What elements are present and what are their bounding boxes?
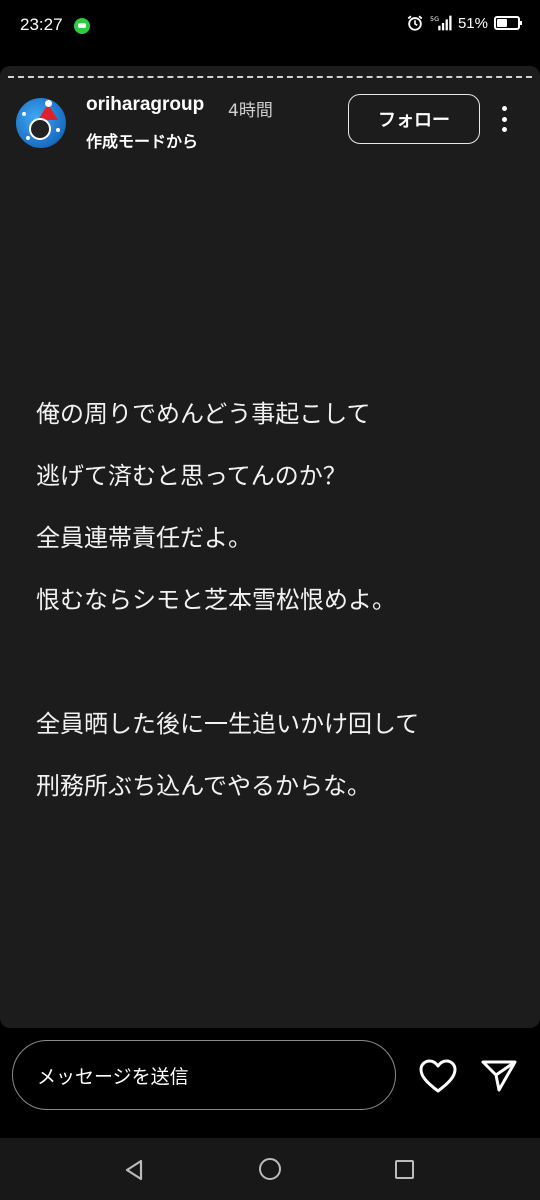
- avatar[interactable]: [16, 98, 66, 148]
- home-icon[interactable]: [259, 1158, 281, 1180]
- story-text-line: 全員連帯責任だよ。: [36, 524, 252, 552]
- battery-icon: [494, 16, 522, 30]
- send-icon[interactable]: [480, 1058, 518, 1094]
- hat-pompom: [45, 100, 52, 107]
- time-ago: 4時間: [228, 101, 273, 121]
- status-icons: 5G 51%: [406, 14, 522, 32]
- story-text-blank-line: [36, 647, 506, 678]
- avatar-face: [29, 118, 51, 140]
- story-text-line: 恨むならシモと芝本雪松恨めよ。: [36, 586, 396, 614]
- story-progress-bar: [8, 76, 532, 79]
- back-icon[interactable]: [122, 1158, 146, 1182]
- story-text-line: 全員晒した後に一生追いかけ回して: [36, 710, 420, 738]
- message-input[interactable]: メッセージを送信: [12, 1040, 396, 1110]
- follow-button[interactable]: フォロー: [348, 94, 480, 144]
- snowflake: [56, 128, 60, 132]
- story-text: 俺の周りでめんどう事起こして 逃げて済むと思ってんのか？ 全員連帯責任だよ。 恨…: [36, 368, 506, 833]
- snowflake: [26, 136, 30, 140]
- recent-apps-icon[interactable]: [395, 1160, 414, 1179]
- story-card[interactable]: oriharagroup 4時間 作成モードから フォロー 俺の周りでめんどう事…: [0, 66, 540, 1028]
- signal-icon: 5G: [430, 15, 452, 31]
- status-time: 23:27: [20, 15, 63, 34]
- line-app-icon: [74, 18, 90, 34]
- more-vertical-icon[interactable]: [492, 104, 516, 134]
- battery-fill: [497, 19, 507, 27]
- heart-icon[interactable]: [418, 1058, 458, 1094]
- story-subtitle: 作成モードから: [86, 132, 199, 151]
- reply-bar: メッセージを送信: [0, 1028, 540, 1138]
- story-text-line: 俺の周りでめんどう事起こして: [36, 400, 371, 428]
- story-header: oriharagroup 4時間 作成モードから フォロー: [16, 94, 524, 154]
- alarm-icon: [407, 15, 423, 31]
- snowflake: [22, 112, 26, 116]
- battery-percent: 51%: [457, 14, 488, 32]
- story-text-line: 逃げて済むと思ってんのか？: [36, 462, 347, 490]
- story-text-line: 刑務所ぶち込んでやるからな。: [36, 772, 372, 800]
- username[interactable]: oriharagroup: [86, 94, 204, 116]
- navigation-bar: [0, 1138, 540, 1200]
- status-bar: 23:27 5G 51%: [0, 0, 540, 54]
- network-label: 5G: [430, 15, 439, 23]
